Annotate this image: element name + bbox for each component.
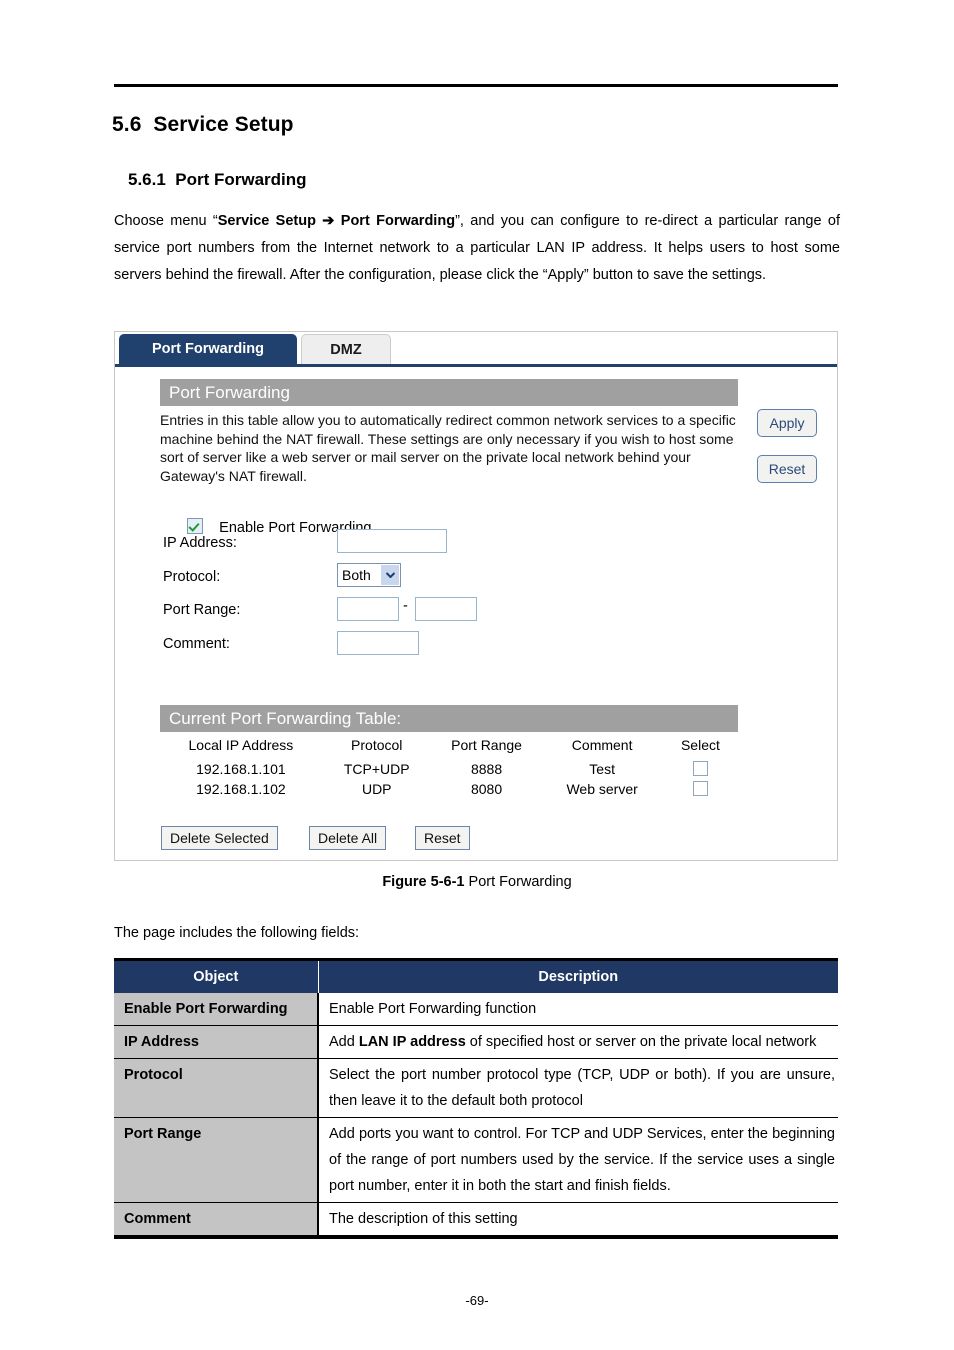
section-bar-current-table: Current Port Forwarding Table: (160, 705, 738, 732)
cell-comment: Web server (566, 781, 638, 797)
col-port-range: Port Range (451, 737, 522, 753)
router-ui-screenshot: Port Forwarding DMZ Port Forwarding Entr… (114, 331, 838, 861)
section-number: 5.6 (112, 113, 142, 136)
section-bar-port-forwarding: Port Forwarding (160, 379, 738, 406)
subsection-title: Port Forwarding (175, 170, 307, 189)
page-header-rule (114, 84, 838, 87)
col-protocol: Protocol (351, 737, 403, 753)
cell-select[interactable] (663, 759, 738, 779)
row-select-checkbox[interactable] (692, 781, 708, 796)
field-description: Add ports you want to control. For TCP a… (318, 1117, 838, 1203)
fields-table-row: IP Address Add LAN IP address of specifi… (114, 1025, 838, 1059)
cell-local-ip: 192.168.1.101 (196, 761, 286, 777)
subsection-heading: 5.6.1 Port Forwarding (128, 170, 307, 190)
current-port-forwarding-table: Local IP Address Protocol Port Range Com… (160, 735, 738, 799)
field-object-name: Enable Port Forwarding (114, 993, 319, 1026)
col-select: Select (680, 737, 720, 753)
protocol-select[interactable]: Both (337, 563, 401, 587)
figure-caption-label: Figure 5-6-1 (382, 874, 465, 890)
port-range-separator: - (403, 598, 408, 614)
chevron-down-icon[interactable] (381, 565, 399, 585)
apply-button[interactable]: Apply (757, 409, 817, 437)
ip-address-input[interactable] (337, 529, 447, 553)
port-range-start-input[interactable] (337, 597, 399, 621)
subsection-number: 5.6.1 (128, 170, 166, 189)
tab-dmz[interactable]: DMZ (301, 334, 391, 364)
field-description: Select the port number protocol type (TC… (318, 1058, 838, 1118)
fields-table-row: Enable Port Forwarding Enable Port Forwa… (114, 993, 838, 1026)
comment-label: Comment: (163, 636, 230, 652)
document-page: 5.6 Service Setup 5.6.1 Port Forwarding … (0, 0, 954, 1350)
section-heading: 5.6 Service Setup (112, 113, 294, 137)
port-range-label: Port Range: (163, 602, 241, 618)
cell-comment: Test (589, 761, 615, 777)
col-local-ip-address: Local IP Address (188, 737, 294, 753)
tab-strip: Port Forwarding DMZ (115, 332, 837, 367)
field-object-name: IP Address (114, 1025, 319, 1059)
field-object-name: Protocol (114, 1058, 319, 1118)
figure-caption: Figure 5-6-1 Port Forwarding (0, 874, 954, 890)
field-description: Add LAN IP address of specified host or … (318, 1025, 838, 1059)
ip-address-label: IP Address: (163, 535, 237, 551)
intro-paragraph: Choose menu “Service Setup ➔ Port Forwar… (114, 213, 840, 283)
protocol-select-value: Both (342, 567, 371, 583)
comment-input[interactable] (337, 631, 419, 655)
delete-selected-button[interactable]: Delete Selected (161, 826, 278, 850)
field-object-name: Comment (114, 1202, 319, 1236)
cell-port-range: 8080 (470, 781, 503, 797)
fields-col-description: Description (318, 961, 838, 993)
table-header-row: Local IP Address Protocol Port Range Com… (160, 735, 738, 759)
fields-table: Object Description Enable Port Forwardin… (114, 961, 838, 1236)
fields-table-header-row: Object Description (114, 961, 838, 993)
port-range-end-input[interactable] (415, 597, 477, 621)
cell-protocol: TCP+UDP (343, 761, 410, 777)
enable-port-forwarding-checkbox[interactable] (187, 518, 204, 534)
field-object-name: Port Range (114, 1117, 319, 1203)
tab-port-forwarding[interactable]: Port Forwarding (119, 334, 297, 364)
fields-table-bottom-rule (114, 1236, 838, 1239)
fields-col-object: Object (114, 961, 319, 993)
fields-table-row: Comment The description of this setting (114, 1202, 838, 1236)
table-reset-button[interactable]: Reset (415, 826, 470, 850)
reset-button[interactable]: Reset (757, 455, 817, 483)
protocol-label: Protocol: (163, 569, 221, 585)
col-comment: Comment (571, 737, 633, 753)
fields-lead-in: The page includes the following fields: (114, 925, 360, 941)
cell-select[interactable] (663, 779, 738, 799)
delete-all-button[interactable]: Delete All (309, 826, 387, 850)
row-select-checkbox[interactable] (692, 761, 708, 776)
field-description: The description of this setting (318, 1202, 838, 1236)
table-row: 192.168.1.102 UDP 8080 Web server (160, 779, 738, 799)
fields-table-wrapper: Object Description Enable Port Forwardin… (114, 958, 838, 1239)
page-footer: -69- (465, 1293, 489, 1308)
field-description: Enable Port Forwarding function (318, 993, 838, 1026)
fields-table-row: Port Range Add ports you want to control… (114, 1117, 838, 1203)
section-title: Service Setup (153, 113, 294, 136)
cell-local-ip: 192.168.1.102 (196, 781, 286, 797)
table-row: 192.168.1.101 TCP+UDP 8888 Test (160, 759, 738, 779)
figure-caption-text: Port Forwarding (464, 874, 572, 890)
tab-underline (115, 364, 837, 367)
panel-description: Entries in this table allow you to autom… (160, 412, 736, 484)
cell-protocol: UDP (361, 781, 392, 797)
cell-port-range: 8888 (470, 761, 503, 777)
fields-table-row: Protocol Select the port number protocol… (114, 1058, 838, 1118)
